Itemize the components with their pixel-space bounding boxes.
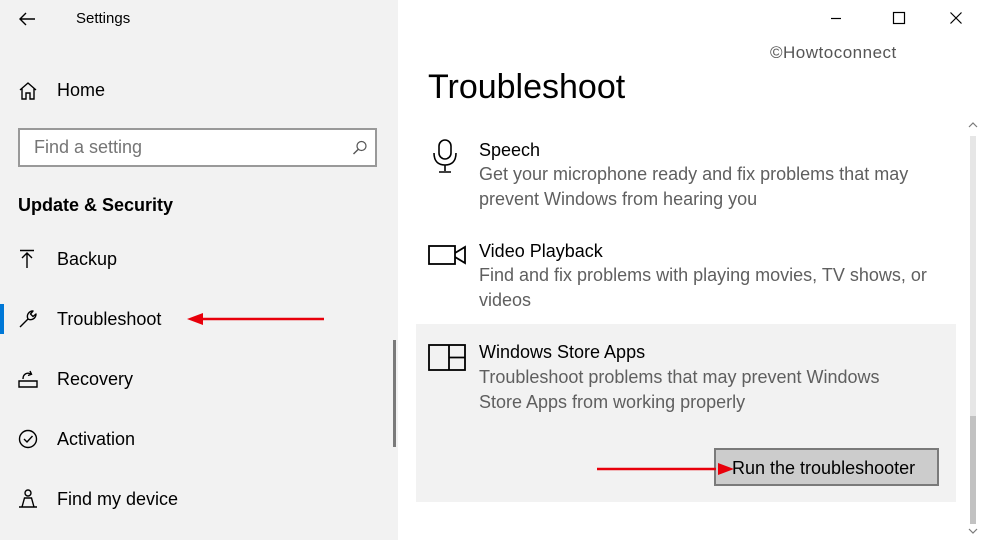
search-icon[interactable]: [351, 139, 369, 157]
recovery-icon: [17, 368, 39, 390]
search-box[interactable]: [18, 128, 377, 167]
item-description: Find and fix problems with playing movie…: [479, 265, 927, 285]
back-arrow-icon[interactable]: [17, 9, 37, 29]
video-camera-icon: [428, 242, 468, 268]
sidebar-item-recovery[interactable]: Recovery: [0, 360, 398, 398]
sidebar-item-label: Home: [57, 80, 106, 100]
search-input[interactable]: [20, 130, 344, 165]
sidebar-item-activation[interactable]: Activation: [0, 420, 398, 458]
minimize-icon[interactable]: [826, 8, 846, 28]
item-title: Speech: [479, 140, 541, 160]
sidebar-item-label: Backup: [57, 249, 118, 269]
watermark: ©Howtoconnect: [770, 43, 897, 62]
run-troubleshooter-button[interactable]: Run the troubleshooter: [714, 448, 939, 486]
annotation-arrow: [596, 460, 736, 478]
close-icon[interactable]: [946, 8, 966, 28]
item-description: Troubleshoot problems that may prevent W…: [479, 367, 880, 387]
main-scrollbar[interactable]: [965, 118, 981, 540]
item-title: Windows Store Apps: [479, 342, 646, 362]
microphone-icon: [430, 138, 460, 174]
store-apps-icon: [428, 344, 468, 372]
run-troubleshooter-label: Run the troubleshooter: [732, 458, 916, 478]
scroll-down-icon[interactable]: [968, 526, 978, 536]
troubleshooter-windows-store-apps[interactable]: Windows Store Apps Troubleshoot problems…: [416, 324, 956, 502]
sidebar: Settings Home Update & Security Backup T…: [0, 0, 398, 540]
item-description: Get your microphone ready and fix proble…: [479, 164, 909, 184]
scrollbar-thumb[interactable]: [970, 416, 976, 524]
sidebar-item-label: Troubleshoot: [57, 309, 162, 329]
check-circle-icon: [17, 428, 39, 450]
section-title: Update & Security: [18, 195, 174, 215]
main-panel: ©Howtoconnect Troubleshoot Speech Get yo…: [398, 0, 983, 540]
page-title: Troubleshoot: [428, 68, 626, 106]
sidebar-item-find-my-device[interactable]: Find my device: [0, 480, 398, 518]
item-description: Store Apps from working properly: [479, 392, 746, 412]
scrollbar-track[interactable]: [970, 136, 976, 524]
troubleshooter-speech[interactable]: Speech Get your microphone ready and fix…: [416, 128, 956, 220]
window-title: Settings: [76, 10, 131, 27]
backup-arrow-icon: [17, 248, 39, 270]
sidebar-item-label: Activation: [57, 429, 136, 449]
sidebar-item-label: Recovery: [57, 369, 134, 389]
sidebar-item-home[interactable]: Home: [0, 72, 398, 108]
person-location-icon: [17, 488, 39, 510]
troubleshooter-video-playback[interactable]: Video Playback Find and fix problems wit…: [416, 228, 956, 320]
annotation-arrow: [185, 310, 325, 328]
item-description: prevent Windows from hearing you: [479, 189, 758, 209]
maximize-icon[interactable]: [889, 8, 909, 28]
scroll-up-icon[interactable]: [968, 120, 978, 130]
selection-indicator: [0, 304, 4, 334]
sidebar-scrollbar[interactable]: [393, 340, 396, 447]
item-title: Video Playback: [479, 241, 603, 261]
wrench-icon: [17, 308, 39, 330]
sidebar-item-backup[interactable]: Backup: [0, 240, 398, 278]
item-description: videos: [479, 290, 532, 310]
sidebar-item-label: Find my device: [57, 489, 179, 509]
home-icon: [17, 80, 39, 102]
